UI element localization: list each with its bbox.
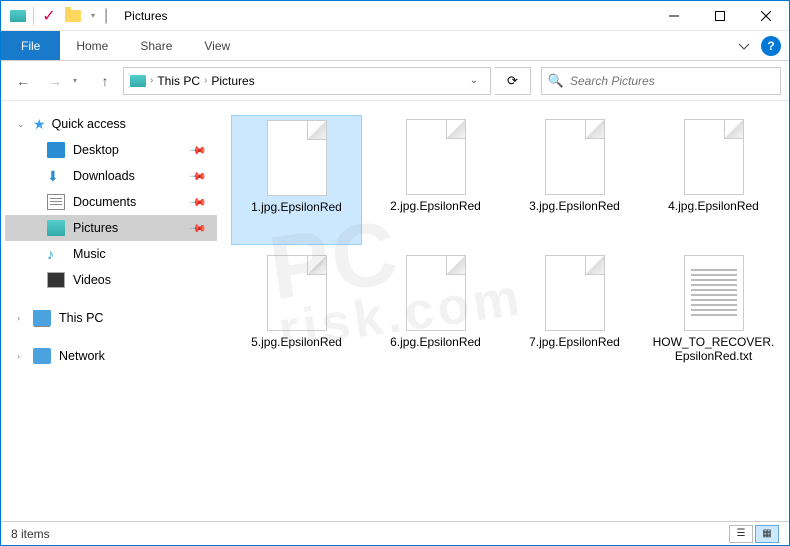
- file-name: 7.jpg.EpsilonRed: [529, 335, 620, 349]
- breadcrumb-this-pc[interactable]: This PC: [155, 74, 202, 88]
- qat-customize-button[interactable]: ▾: [86, 5, 100, 27]
- network-icon: [33, 348, 51, 364]
- recent-locations-button[interactable]: ▾: [73, 76, 87, 85]
- close-button[interactable]: [743, 1, 789, 31]
- chevron-right-icon[interactable]: ›: [150, 75, 153, 86]
- chevron-down-icon[interactable]: ⌄: [17, 119, 25, 130]
- blank-file-icon: [263, 253, 331, 333]
- large-icons-view-button[interactable]: ▦: [755, 525, 779, 543]
- star-icon: ★: [33, 116, 46, 133]
- up-button[interactable]: ↑: [91, 67, 119, 95]
- text-file-icon: [680, 253, 748, 333]
- file-name: 5.jpg.EpsilonRed: [251, 335, 342, 349]
- blank-file-icon: [402, 117, 470, 197]
- videos-icon: [47, 272, 65, 288]
- search-box[interactable]: 🔍: [541, 67, 781, 95]
- pin-icon: 📌: [189, 219, 208, 238]
- file-item[interactable]: 7.jpg.EpsilonRed: [509, 251, 640, 381]
- music-icon: ♪: [47, 246, 65, 262]
- desktop-icon: [47, 142, 65, 158]
- ribbon-tabs: File Home Share View ?: [1, 31, 789, 61]
- sidebar-network[interactable]: › Network: [5, 343, 217, 369]
- title-bar: ✓ ▾ | Pictures: [1, 1, 789, 31]
- app-icon[interactable]: [7, 5, 29, 27]
- file-item[interactable]: 1.jpg.EpsilonRed: [231, 115, 362, 245]
- file-item[interactable]: 6.jpg.EpsilonRed: [370, 251, 501, 381]
- sidebar-this-pc[interactable]: › This PC: [5, 305, 217, 331]
- chevron-right-icon[interactable]: ›: [17, 351, 20, 361]
- tab-home[interactable]: Home: [60, 31, 124, 60]
- file-name: 4.jpg.EpsilonRed: [668, 199, 759, 213]
- blank-file-icon: [263, 118, 331, 198]
- blank-file-icon: [541, 253, 609, 333]
- file-list[interactable]: 1.jpg.EpsilonRed 2.jpg.EpsilonRed 3.jpg.Ep…: [221, 101, 789, 521]
- blank-file-icon: [541, 117, 609, 197]
- item-count: 8 items: [11, 527, 50, 541]
- file-item[interactable]: 2.jpg.EpsilonRed: [370, 115, 501, 245]
- blank-file-icon: [402, 253, 470, 333]
- refresh-button[interactable]: ⟳: [495, 67, 531, 95]
- sidebar-item-documents[interactable]: Documents 📌: [5, 189, 217, 215]
- navigation-bar: ← → ▾ ↑ › This PC › Pictures ⌄ ⟳ 🔍: [1, 61, 789, 101]
- expand-ribbon-button[interactable]: [733, 35, 755, 57]
- address-bar[interactable]: › This PC › Pictures ⌄: [123, 67, 491, 95]
- file-name: 6.jpg.EpsilonRed: [390, 335, 481, 349]
- search-icon: 🔍: [542, 73, 570, 89]
- file-tab[interactable]: File: [1, 31, 60, 60]
- file-name: 3.jpg.EpsilonRed: [529, 199, 620, 213]
- chevron-right-icon[interactable]: ›: [204, 75, 207, 86]
- title-separator: |: [104, 7, 108, 25]
- file-item[interactable]: 4.jpg.EpsilonRed: [648, 115, 779, 245]
- navigation-pane: ⌄ ★ Quick access Desktop 📌 ⬇ Downloads 📌…: [1, 101, 221, 521]
- breadcrumb-pictures[interactable]: Pictures: [209, 74, 256, 88]
- file-item[interactable]: HOW_TO_RECOVER.EpsilonRed.txt: [648, 251, 779, 381]
- tab-share[interactable]: Share: [124, 31, 188, 60]
- file-name: HOW_TO_RECOVER.EpsilonRed.txt: [650, 335, 777, 364]
- sidebar-item-downloads[interactable]: ⬇ Downloads 📌: [5, 163, 217, 189]
- details-view-button[interactable]: ☰: [729, 525, 753, 543]
- search-input[interactable]: [570, 74, 780, 88]
- pin-icon: 📌: [189, 167, 208, 186]
- quick-access-toolbar: ✓ ▾: [1, 5, 100, 27]
- file-item[interactable]: 3.jpg.EpsilonRed: [509, 115, 640, 245]
- file-item[interactable]: 5.jpg.EpsilonRed: [231, 251, 362, 381]
- documents-icon: [47, 194, 65, 210]
- sidebar-item-videos[interactable]: Videos: [5, 267, 217, 293]
- sidebar-quick-access[interactable]: ⌄ ★ Quick access: [5, 111, 217, 137]
- pc-icon: [33, 310, 51, 326]
- minimize-button[interactable]: [651, 1, 697, 31]
- tab-view[interactable]: View: [188, 31, 246, 60]
- sidebar-item-desktop[interactable]: Desktop 📌: [5, 137, 217, 163]
- qat-new-folder-button[interactable]: [62, 5, 84, 27]
- help-button[interactable]: ?: [761, 36, 781, 56]
- address-dropdown-button[interactable]: ⌄: [462, 75, 486, 86]
- forward-button[interactable]: →: [41, 67, 69, 95]
- pictures-icon: [47, 220, 65, 236]
- crumb-root-icon[interactable]: [128, 75, 148, 87]
- back-button[interactable]: ←: [9, 67, 37, 95]
- qat-properties-button[interactable]: ✓: [38, 5, 60, 27]
- sidebar-item-music[interactable]: ♪ Music: [5, 241, 217, 267]
- pin-icon: 📌: [189, 141, 208, 160]
- sidebar-item-pictures[interactable]: Pictures 📌: [5, 215, 217, 241]
- maximize-button[interactable]: [697, 1, 743, 31]
- file-name: 1.jpg.EpsilonRed: [251, 200, 342, 214]
- file-name: 2.jpg.EpsilonRed: [390, 199, 481, 213]
- blank-file-icon: [680, 117, 748, 197]
- status-bar: 8 items ☰ ▦: [1, 521, 789, 545]
- downloads-icon: ⬇: [47, 168, 65, 184]
- chevron-right-icon[interactable]: ›: [17, 313, 20, 323]
- pin-icon: 📌: [189, 193, 208, 212]
- window-title: Pictures: [124, 9, 167, 23]
